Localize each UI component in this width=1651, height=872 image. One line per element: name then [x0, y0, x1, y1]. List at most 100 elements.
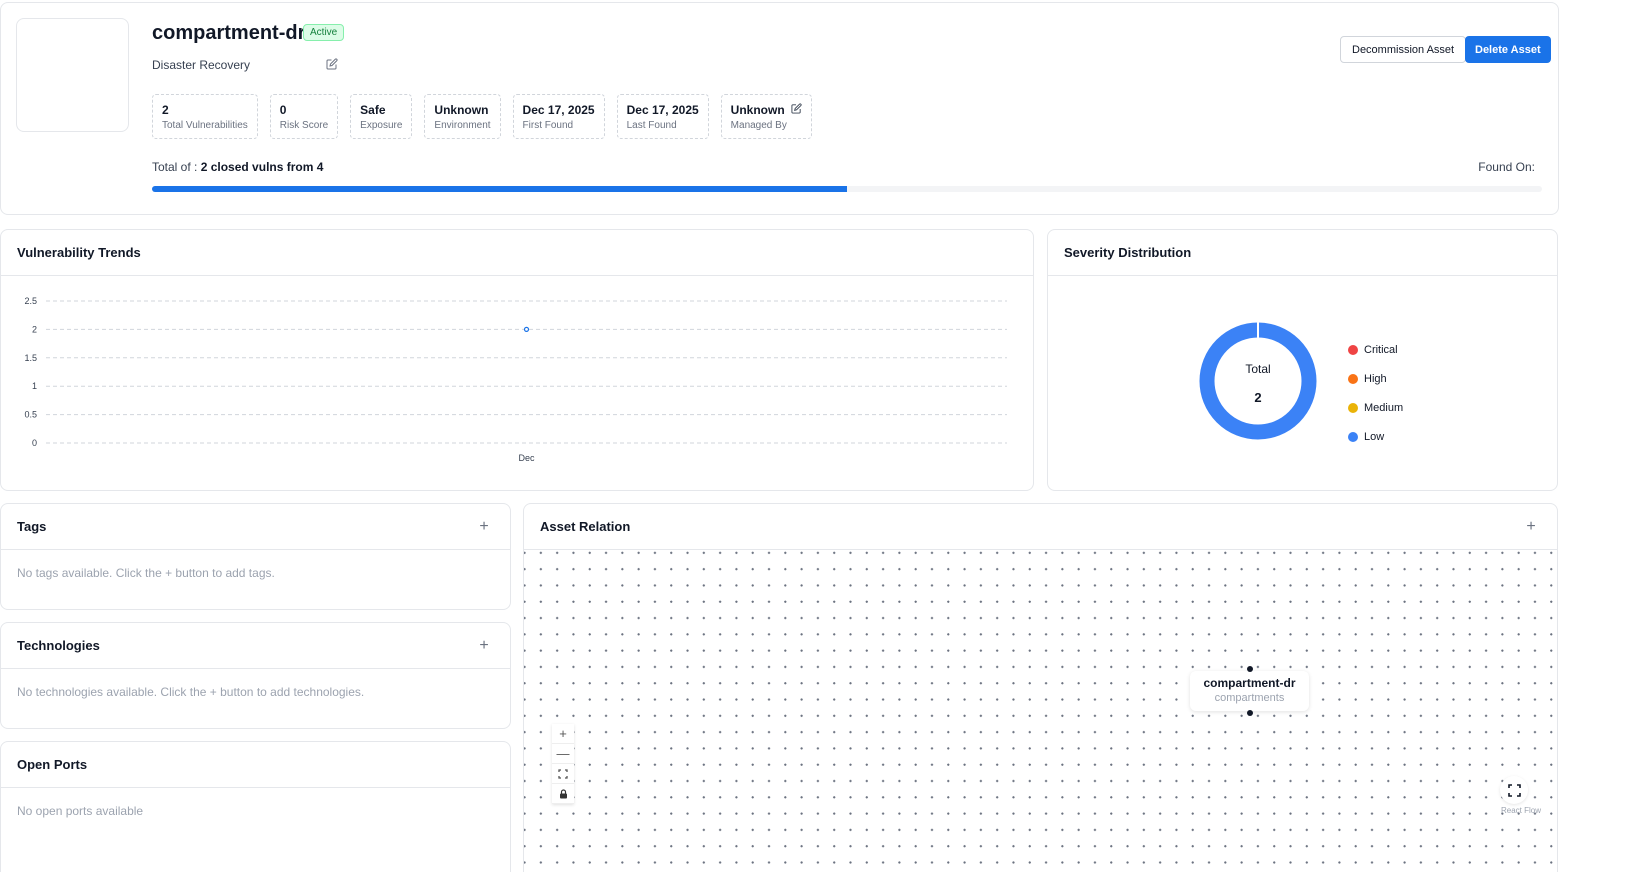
card-title: Asset Relation	[540, 519, 631, 534]
managed-by-value: Unknown	[730, 102, 785, 117]
stat-managed-by: Unknown Managed By	[720, 94, 812, 139]
edit-managed-by-icon[interactable]	[791, 102, 802, 117]
y-tick-label: 1	[32, 381, 37, 391]
donut-slice	[1199, 322, 1317, 440]
legend-item-low[interactable]: Low	[1348, 422, 1403, 451]
relation-flow-canvas[interactable]: compartment-dr compartments + — React Fl…	[524, 550, 1557, 872]
add-tag-button[interactable]: +	[474, 517, 494, 537]
legend-dot	[1348, 402, 1358, 413]
stat-value: Unknown	[434, 102, 489, 117]
closed-vulns-progress	[152, 186, 1542, 192]
asset-description: Disaster Recovery	[152, 58, 251, 72]
card-title: Severity Distribution	[1064, 245, 1192, 260]
progress-fill	[152, 186, 847, 192]
card-header: Asset Relation +	[524, 504, 1557, 550]
y-tick-label: 0.5	[24, 410, 37, 420]
total-prefix: Total of :	[152, 160, 201, 174]
card-title: Vulnerability Trends	[17, 245, 141, 260]
legend-item-critical[interactable]: Critical	[1348, 335, 1403, 364]
node-top-handle[interactable]	[1247, 666, 1253, 672]
card-title: Technologies	[17, 638, 100, 653]
fullscreen-button[interactable]	[1500, 776, 1528, 804]
closed-vulns-summary: Total of : 2 closed vulns from 4	[152, 160, 323, 174]
zoom-out-button[interactable]: —	[552, 744, 574, 764]
found-on-label: Found On:	[1478, 160, 1535, 174]
legend-dot	[1348, 431, 1358, 442]
data-point	[523, 326, 530, 333]
flow-controls: + —	[552, 724, 574, 804]
lock-icon	[559, 788, 567, 798]
trend-line-chart: 0 0.5 1 1.5 2 2.5 Dec	[24, 296, 1007, 463]
fit-view-button[interactable]	[552, 764, 574, 784]
donut-total-label: Total	[1245, 362, 1270, 376]
y-tick-label: 1.5	[24, 353, 37, 363]
stat-value: Dec 17, 2025	[522, 102, 595, 117]
card-header: Severity Distribution	[1048, 230, 1557, 276]
node-title: compartment-dr	[1203, 676, 1296, 690]
stat-last-found: Dec 17, 2025 Last Found	[616, 94, 709, 139]
legend-label: Medium	[1364, 401, 1404, 414]
open-ports-card: Open Ports No open ports available	[0, 741, 511, 872]
card-header: Vulnerability Trends	[1, 230, 1033, 276]
stat-value: Dec 17, 2025	[626, 102, 699, 117]
node-bottom-handle[interactable]	[1247, 710, 1253, 716]
stat-label: First Found	[522, 119, 574, 131]
asset-relation-card: Asset Relation + compartment-dr compartm…	[523, 503, 1558, 872]
decommission-asset-button[interactable]: Decommission Asset	[1340, 36, 1467, 63]
fullscreen-icon	[1507, 783, 1521, 797]
legend-item-high[interactable]: High	[1348, 364, 1403, 393]
legend-dot	[1348, 373, 1358, 384]
legend-label: Critical	[1364, 343, 1398, 356]
asset-summary-card: compartment-dr Active Disaster Recovery …	[0, 2, 1559, 215]
asset-name: compartment-dr	[152, 22, 306, 44]
react-flow-attribution[interactable]: React Flow	[1501, 806, 1541, 815]
legend-label: Low	[1364, 430, 1385, 443]
card-title: Open Ports	[17, 757, 88, 772]
stat-first-found: Dec 17, 2025 First Found	[512, 94, 605, 139]
status-badge: Active	[303, 24, 345, 41]
stat-label: Exposure	[360, 119, 403, 131]
asset-image-placeholder	[16, 18, 129, 132]
legend-item-medium[interactable]: Medium	[1348, 393, 1403, 422]
tags-empty-text: No tags available. Click the + button to…	[17, 566, 275, 580]
fit-view-icon	[558, 768, 568, 779]
stat-risk-score: 0 Risk Score	[269, 94, 339, 139]
ports-empty-text: No open ports available	[17, 804, 144, 818]
stat-label: Total Vulnerabilities	[162, 119, 248, 131]
lock-button[interactable]	[552, 784, 574, 804]
y-tick-label: 2.5	[24, 296, 37, 306]
card-header: Technologies +	[1, 623, 510, 669]
total-text: 2 closed vulns from 4	[200, 160, 324, 174]
edit-description-icon[interactable]	[326, 57, 338, 70]
stat-value: Safe	[360, 102, 386, 117]
node-subtitle: compartments	[1214, 692, 1285, 704]
legend-dot	[1348, 344, 1358, 355]
donut-total-value: 2	[1254, 390, 1261, 405]
y-tick-label: 0	[32, 438, 37, 448]
severity-distribution-card: Severity Distribution Total 2 Critical H…	[1047, 229, 1558, 491]
card-title: Tags	[17, 519, 47, 534]
delete-asset-button[interactable]: Delete Asset	[1465, 36, 1551, 63]
technologies-card: Technologies + No technologies available…	[0, 622, 511, 729]
stat-label: Environment	[434, 119, 491, 131]
stat-label: Managed By	[730, 119, 787, 131]
stat-value: Unknown	[731, 103, 802, 117]
y-tick-label: 2	[32, 324, 37, 334]
vulnerability-trends-card: Vulnerability Trends 0 0.5 1 1.5 2 2.5 Dec	[0, 229, 1034, 491]
stat-value: 2	[162, 102, 169, 117]
stat-label: Last Found	[626, 119, 677, 131]
stat-value: 0	[279, 102, 287, 117]
severity-donut-chart: Total 2	[1199, 322, 1317, 440]
technologies-empty-text: No technologies available. Click the + b…	[17, 685, 365, 699]
add-technology-button[interactable]: +	[474, 636, 494, 656]
x-tick-label: Dec	[518, 453, 535, 463]
stat-label: Risk Score	[279, 119, 329, 131]
severity-legend: Critical High Medium Low	[1348, 335, 1403, 451]
stat-exposure: Safe Exposure	[350, 94, 413, 139]
relation-node[interactable]: compartment-dr compartments	[1190, 666, 1309, 716]
stat-environment: Unknown Environment	[424, 94, 501, 139]
zoom-in-button[interactable]: +	[552, 724, 574, 744]
legend-label: High	[1364, 372, 1387, 385]
add-relation-button[interactable]: +	[1521, 517, 1541, 537]
card-header: Tags +	[1, 504, 510, 550]
